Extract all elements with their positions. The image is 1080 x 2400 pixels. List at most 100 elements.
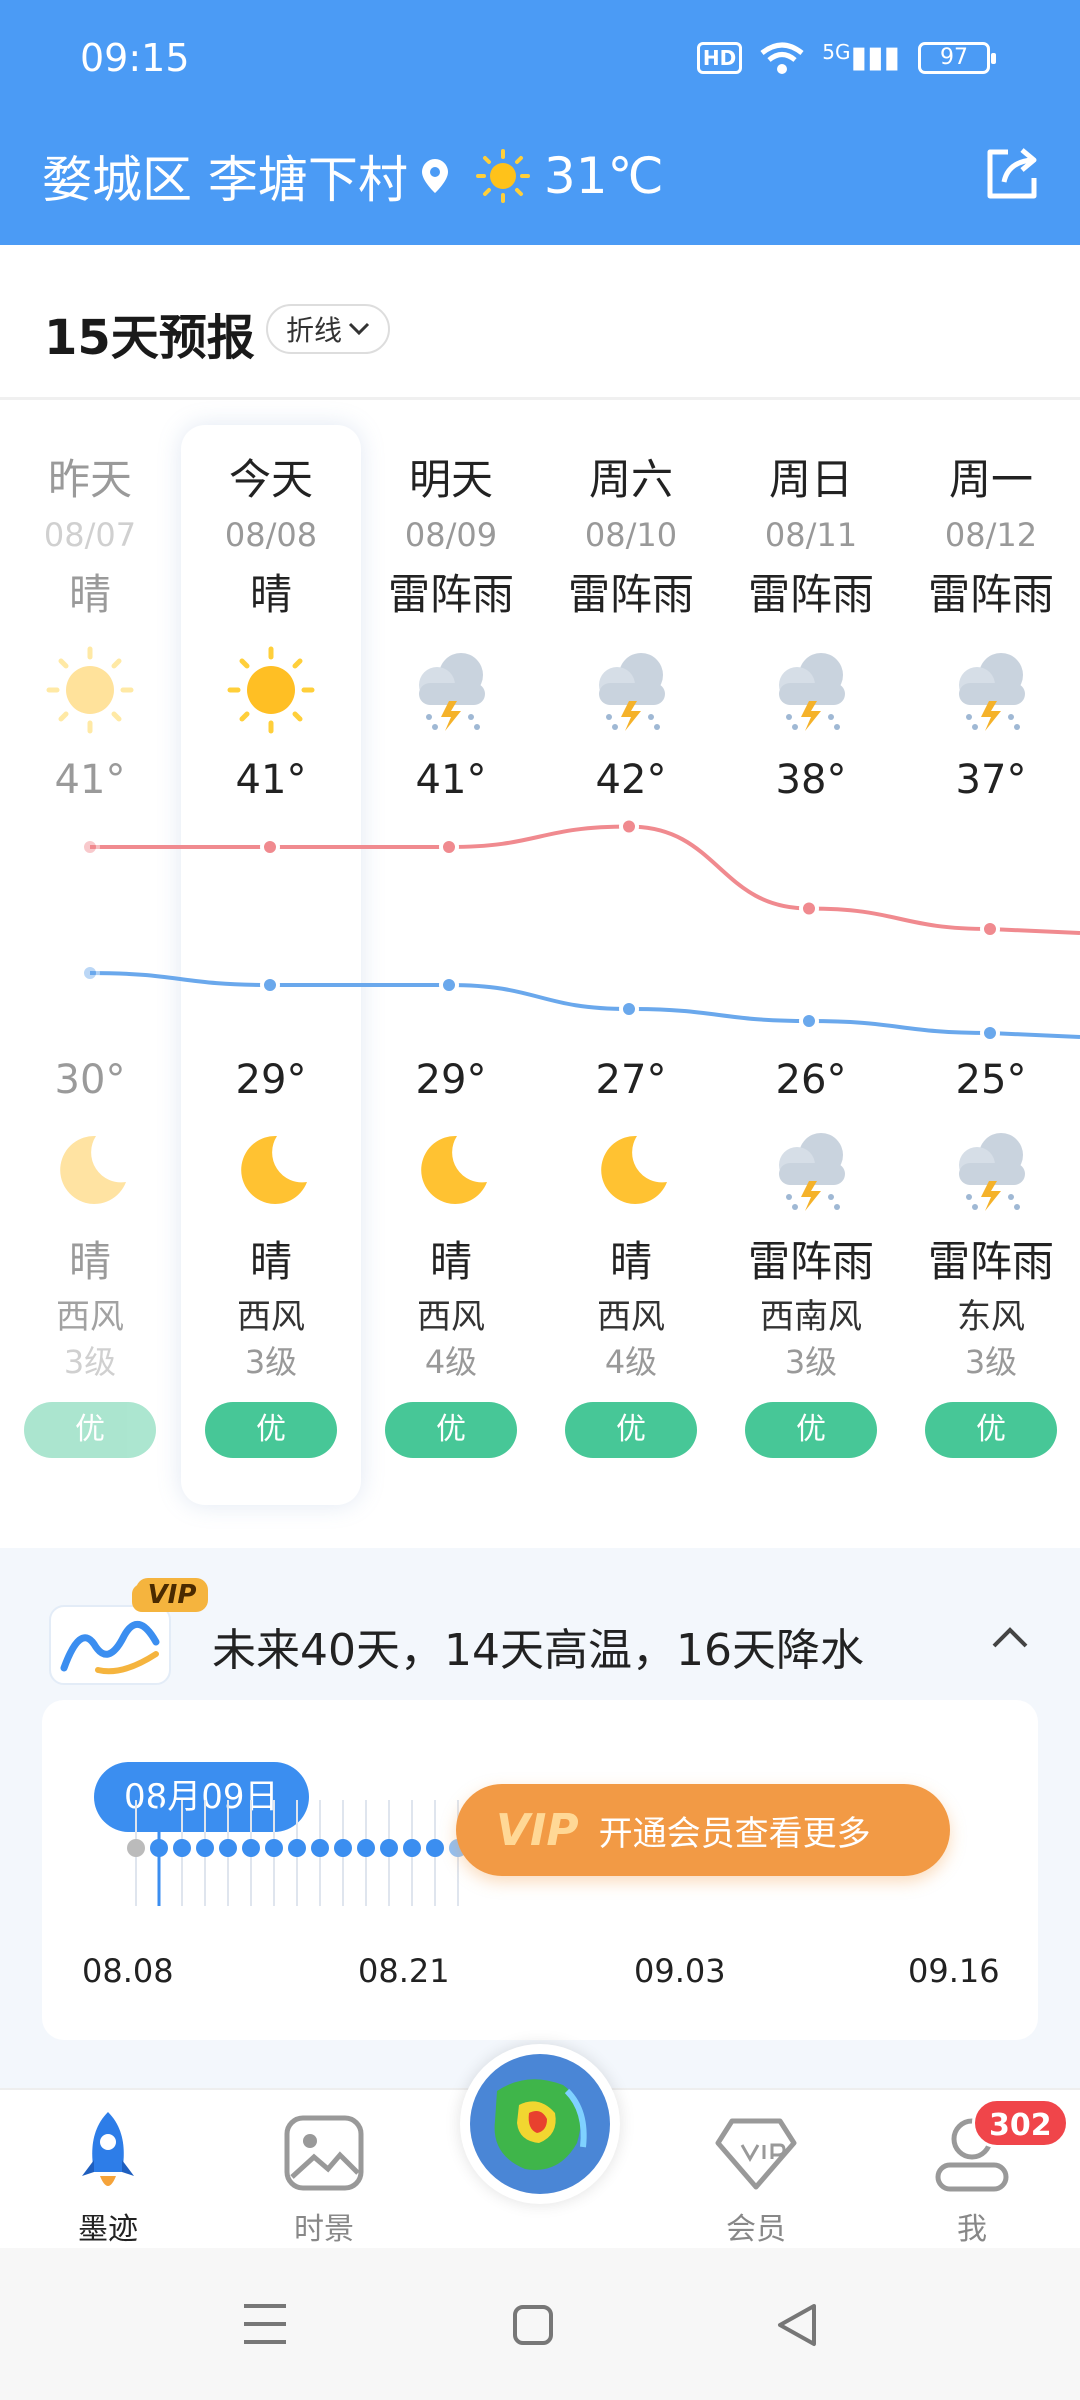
sun-icon — [475, 149, 530, 203]
back-icon[interactable] — [776, 2302, 818, 2348]
night-condition: 雷阵雨 — [747, 1237, 874, 1286]
day-column[interactable]: 今天 08/08 晴 41° — [181, 450, 361, 820]
day-weather-icon — [721, 630, 901, 750]
header-bar: 09:15 HD 5G▮▮▮ 97 婺城区 李塘下村 31℃ — [0, 0, 1080, 245]
day-date: 08/11 — [764, 516, 858, 554]
day-date: 08/09 — [404, 516, 498, 554]
nav-label: 我 — [957, 2212, 987, 2247]
vip-upgrade-button[interactable]: VIP 开通会员查看更多 — [456, 1784, 950, 1876]
wind-level: 4级 — [604, 1343, 658, 1381]
moon-icon — [241, 1135, 307, 1204]
aqi-badge: 优 — [24, 1402, 156, 1458]
menu-icon[interactable] — [242, 2302, 288, 2346]
low-temperature: 29° — [415, 1057, 487, 1103]
timeline-dot — [242, 1839, 260, 1857]
timeline-label: 09.16 — [908, 1952, 1000, 1990]
day-weather-icon — [0, 630, 180, 750]
low-temperature: 27° — [595, 1057, 667, 1103]
thunderstorm-icon — [599, 653, 665, 731]
timeline-dot — [196, 1839, 214, 1857]
low-temperature: 25° — [955, 1057, 1027, 1103]
night-column[interactable]: 27° 晴西风 4级优 — [541, 1050, 721, 1458]
current-temperature: 31℃ — [543, 147, 664, 205]
location-name[interactable]: 婺城区 李塘下村 — [42, 140, 408, 212]
day-column[interactable]: 明天 08/09 雷阵雨 41° — [361, 450, 541, 820]
timeline-dot — [380, 1839, 398, 1857]
vip-diamond-icon — [715, 2118, 797, 2190]
nav-tab-moji[interactable]: 墨迹 — [28, 2108, 188, 2248]
high-temp-point — [260, 837, 280, 857]
day-condition: 雷阵雨 — [387, 570, 514, 619]
wind-level: 3级 — [244, 1343, 298, 1381]
high-temp-point — [619, 816, 639, 837]
radar-globe-icon — [470, 2054, 610, 2194]
night-column[interactable]: 29° 晴西风 3级优 — [181, 1050, 361, 1458]
day-column[interactable]: 周一 08/12 雷阵雨 37° — [901, 450, 1080, 820]
temperature-chart — [80, 816, 1080, 1043]
day-name: 明天 — [408, 455, 493, 504]
timeline-dot — [288, 1839, 306, 1857]
sun-icon — [227, 646, 315, 734]
day-weather-icon — [901, 630, 1080, 750]
chart-mode-label: 折线 — [286, 314, 343, 347]
timeline-label: 08.21 — [358, 1952, 450, 1990]
system-navigation-bar — [0, 2248, 1080, 2400]
wind-level: 3级 — [63, 1343, 117, 1381]
day-name: 周六 — [588, 455, 673, 504]
low-temp-point — [799, 1011, 819, 1031]
low-temp-point — [619, 999, 639, 1019]
vip-mark-icon: VIP — [496, 1804, 579, 1856]
radar-globe-button[interactable] — [460, 2044, 620, 2204]
low-temp-point — [439, 975, 459, 995]
night-column[interactable]: 25° 雷阵雨 东风 3级优 — [901, 1050, 1080, 1458]
home-icon[interactable] — [512, 2304, 554, 2346]
timeline-dot — [311, 1839, 329, 1857]
chevron-up-icon[interactable] — [990, 1618, 1030, 1658]
vip-timeline-card[interactable]: 08月09日 VIP 开通会员查看更多 08.08 08.21 09.03 09… — [42, 1700, 1038, 2040]
thunderstorm-icon — [959, 1133, 1025, 1211]
night-weather-icon — [901, 1110, 1080, 1230]
day-name: 昨天 — [47, 455, 132, 504]
day-condition: 雷阵雨 — [747, 570, 874, 619]
day-column[interactable]: 周日 08/11 雷阵雨 38° — [721, 450, 901, 820]
vip-forecast-section[interactable]: VIP 未来40天，14天高温，16天降水 08月09日 VIP 开通会员查看更… — [0, 1548, 1080, 2088]
day-weather-icon — [541, 630, 721, 750]
high-temp-point — [80, 837, 100, 857]
day-condition: 雷阵雨 — [927, 570, 1054, 619]
nav-label: 会员 — [726, 2212, 786, 2247]
wind-level: 4级 — [424, 1343, 478, 1381]
day-name: 今天 — [228, 455, 313, 504]
night-condition: 晴 — [609, 1237, 652, 1286]
thunderstorm-icon — [959, 653, 1025, 731]
day-date: 08/10 — [584, 516, 678, 554]
timeline-dot — [173, 1839, 191, 1857]
day-column[interactable]: 昨天 08/07 晴 41° — [0, 450, 180, 820]
day-date: 08/12 — [944, 516, 1038, 554]
night-column[interactable]: 26° 雷阵雨 西南风 3级优 — [721, 1050, 901, 1458]
day-condition: 晴 — [249, 570, 292, 619]
battery-icon: 97 — [918, 41, 996, 74]
nav-tab-vip[interactable]: 会员 — [676, 2108, 836, 2248]
night-column[interactable]: 30° 晴西风 3级优 — [0, 1050, 180, 1458]
vip-summary: 未来40天，14天高温，16天降水 — [212, 1625, 864, 1676]
timeline-dot — [357, 1839, 375, 1857]
aqi-badge: 优 — [385, 1402, 517, 1458]
hd-icon: HD — [696, 41, 743, 74]
low-temp-point — [980, 1023, 1000, 1043]
day-condition: 晴 — [68, 570, 111, 619]
nav-tab-scenes[interactable]: 时景 — [244, 2108, 404, 2248]
wind-level: 3级 — [784, 1343, 838, 1381]
share-icon[interactable] — [980, 142, 1044, 206]
day-weather-icon — [361, 630, 541, 750]
thunderstorm-icon — [419, 653, 485, 731]
chart-mode-dropdown[interactable]: 折线 — [266, 304, 391, 354]
night-column[interactable]: 29° 晴西风 4级优 — [361, 1050, 541, 1458]
night-weather-icon — [721, 1110, 901, 1230]
night-weather-icon — [0, 1110, 180, 1230]
sun-icon — [46, 646, 134, 734]
timeline-label: 08.08 — [82, 1952, 174, 1990]
timeline-dot — [127, 1839, 145, 1857]
day-column[interactable]: 周六 08/10 雷阵雨 42° — [541, 450, 721, 820]
day-date: 08/07 — [43, 516, 137, 554]
location-row[interactable]: 婺城区 李塘下村 31℃ — [42, 140, 664, 212]
